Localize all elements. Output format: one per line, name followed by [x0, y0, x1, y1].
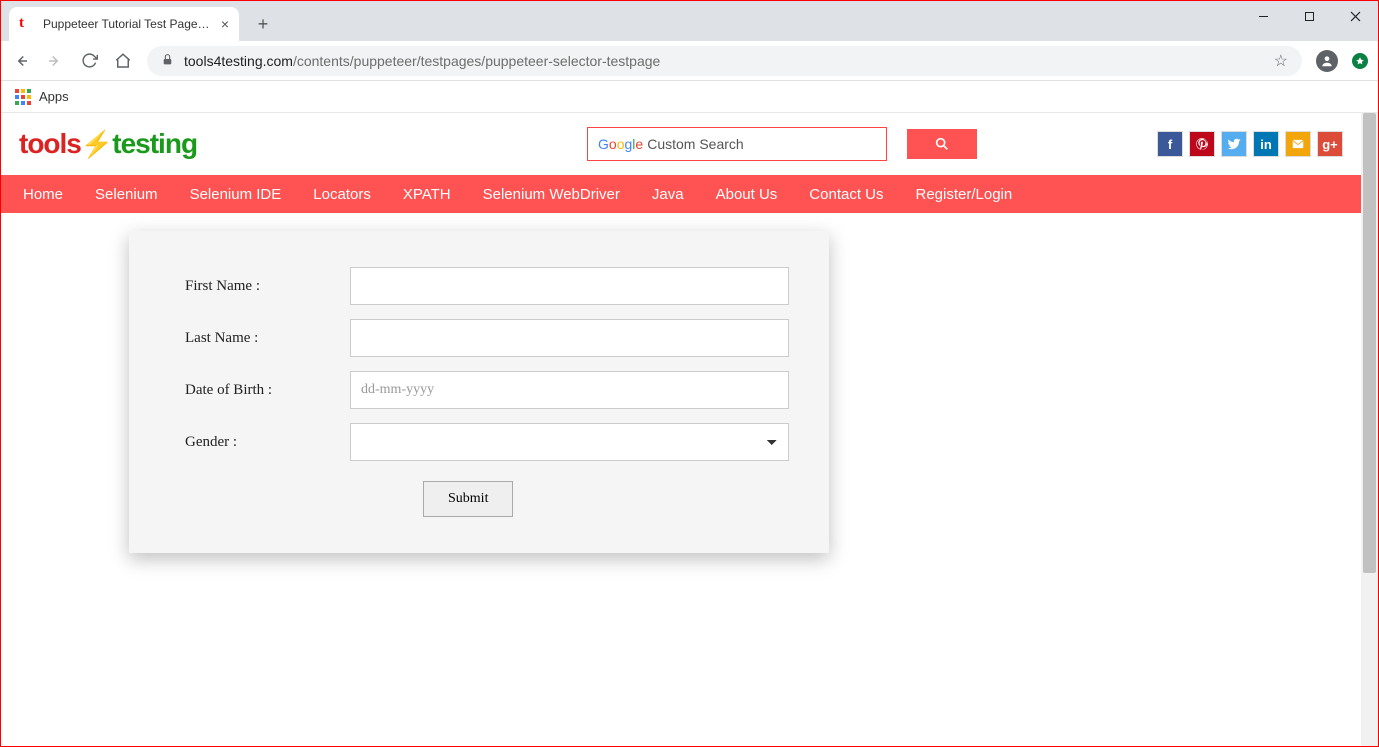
linkedin-icon[interactable]: in	[1253, 131, 1279, 157]
extension-icon[interactable]	[1352, 53, 1368, 69]
apps-grid-icon[interactable]	[15, 89, 31, 105]
scrollbar-thumb[interactable]	[1363, 113, 1376, 573]
address-bar[interactable]: tools4testing.com/contents/puppeteer/tes…	[147, 46, 1302, 76]
reload-button[interactable]	[79, 51, 99, 71]
url-text: tools4testing.com/contents/puppeteer/tes…	[184, 53, 660, 69]
twitter-icon[interactable]	[1221, 131, 1247, 157]
nav-java[interactable]: Java	[652, 186, 684, 203]
home-button[interactable]	[113, 51, 133, 71]
vertical-scrollbar[interactable]	[1361, 113, 1378, 746]
back-button[interactable]	[11, 51, 31, 71]
mail-icon[interactable]	[1285, 131, 1311, 157]
nav-xpath[interactable]: XPATH	[403, 186, 451, 203]
tab-title: Puppeteer Tutorial Test Page - to	[43, 17, 213, 31]
nav-locators[interactable]: Locators	[313, 186, 371, 203]
close-tab-icon[interactable]: ×	[221, 16, 229, 32]
bookmarks-bar: Apps	[1, 81, 1378, 113]
nav-selenium-webdriver[interactable]: Selenium WebDriver	[483, 186, 620, 203]
forward-button[interactable]	[45, 51, 65, 71]
facebook-icon[interactable]: f	[1157, 131, 1183, 157]
minimize-button[interactable]	[1240, 1, 1286, 31]
social-links: f in g+	[1157, 131, 1343, 157]
maximize-button[interactable]	[1286, 1, 1332, 31]
site-header: tools⚡testing Google Custom Search f	[1, 113, 1361, 175]
submit-button[interactable]: Submit	[423, 481, 513, 517]
search-button[interactable]	[907, 129, 977, 159]
dob-label: Date of Birth :	[185, 382, 350, 399]
address-bar-row: tools4testing.com/contents/puppeteer/tes…	[1, 41, 1378, 81]
content-area: First Name : Last Name : Date of Birth :…	[1, 213, 1361, 553]
search-placeholder: Custom Search	[647, 136, 743, 152]
nav-home[interactable]: Home	[23, 186, 63, 203]
nav-contact-us[interactable]: Contact Us	[809, 186, 883, 203]
dob-input[interactable]	[350, 371, 789, 409]
nav-selenium-ide[interactable]: Selenium IDE	[190, 186, 282, 203]
gender-select[interactable]	[350, 423, 789, 461]
form-card: First Name : Last Name : Date of Birth :…	[129, 231, 829, 553]
bolt-icon: ⚡	[81, 129, 112, 159]
apps-label[interactable]: Apps	[39, 89, 69, 104]
first-name-label: First Name :	[185, 278, 350, 295]
googleplus-icon[interactable]: g+	[1317, 131, 1343, 157]
browser-tab[interactable]: t Puppeteer Tutorial Test Page - to ×	[9, 7, 239, 41]
gender-label: Gender :	[185, 434, 350, 451]
main-nav: Home Selenium Selenium IDE Locators XPAT…	[1, 175, 1361, 213]
first-name-input[interactable]	[350, 267, 789, 305]
favicon-icon: t	[19, 16, 35, 32]
google-logo-icon: Google	[598, 136, 643, 152]
close-window-button[interactable]	[1332, 1, 1378, 31]
profile-avatar-icon[interactable]	[1316, 50, 1338, 72]
page-content: tools⚡testing Google Custom Search f	[1, 113, 1361, 746]
site-logo[interactable]: tools⚡testing	[19, 128, 197, 160]
nav-about-us[interactable]: About Us	[716, 186, 778, 203]
window-controls	[1240, 1, 1378, 33]
pinterest-icon[interactable]	[1189, 131, 1215, 157]
bookmark-star-icon[interactable]: ☆	[1274, 51, 1288, 71]
nav-register-login[interactable]: Register/Login	[916, 186, 1013, 203]
search-area: Google Custom Search f in	[587, 127, 1343, 161]
lock-icon	[161, 53, 174, 69]
last-name-label: Last Name :	[185, 330, 350, 347]
browser-tab-bar: t Puppeteer Tutorial Test Page - to × +	[1, 1, 1378, 41]
search-input[interactable]: Google Custom Search	[587, 127, 887, 161]
last-name-input[interactable]	[350, 319, 789, 357]
new-tab-button[interactable]: +	[249, 10, 277, 38]
nav-selenium[interactable]: Selenium	[95, 186, 158, 203]
viewport: tools⚡testing Google Custom Search f	[1, 113, 1378, 746]
